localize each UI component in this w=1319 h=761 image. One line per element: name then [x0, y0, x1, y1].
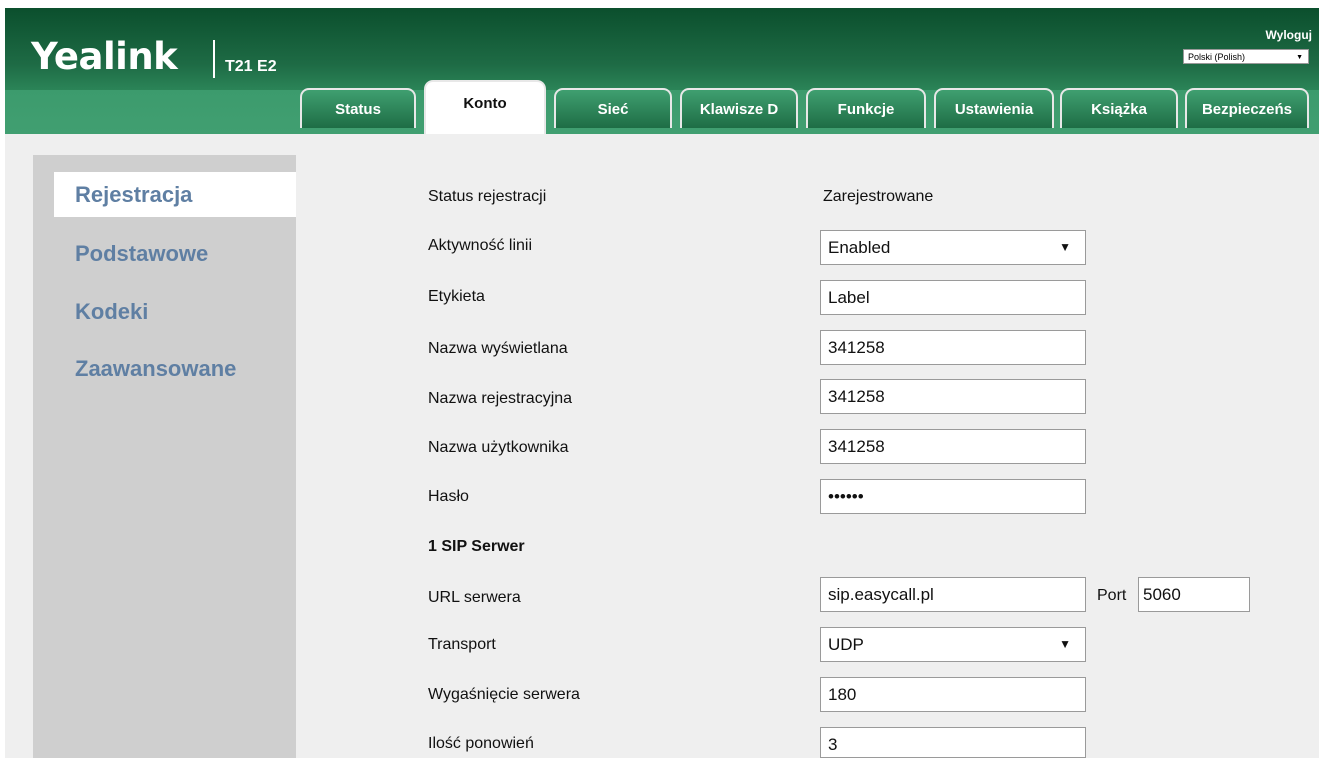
sidebar-item-podstawowe[interactable]: Podstawowe [54, 231, 296, 276]
password-label: Hasło [428, 488, 469, 505]
transport-label: Transport [428, 636, 496, 653]
tab-klawisze-d[interactable]: Klawisze D [680, 88, 798, 128]
language-select[interactable]: Polski (Polish) ▼ [1183, 49, 1309, 64]
tab-siec[interactable]: Sieć [554, 88, 672, 128]
display-name-input[interactable]: 341258 [820, 330, 1086, 365]
label-input[interactable]: Label [820, 280, 1086, 315]
password-input[interactable]: •••••• [820, 479, 1086, 514]
line-active-label: Aktywność linii [428, 237, 533, 254]
port-input[interactable]: 5060 [1138, 577, 1250, 612]
label-label: Etykieta [428, 288, 485, 305]
yealink-logo: Yealink [31, 35, 178, 78]
logo-divider [213, 40, 215, 78]
sidebar-item-zaawansowane[interactable]: Zaawansowane [54, 346, 296, 391]
tab-ksiazka[interactable]: Książka [1060, 88, 1178, 128]
retry-input[interactable]: 3 [820, 727, 1086, 758]
port-label: Port [1097, 587, 1127, 604]
display-name-label: Nazwa wyświetlana [428, 340, 568, 357]
model-name: T21 E2 [225, 58, 277, 75]
transport-select[interactable]: UDP ▼ [820, 627, 1086, 662]
register-name-input[interactable]: 341258 [820, 379, 1086, 414]
expiry-label: Wygaśnięcie serwera [428, 686, 580, 703]
server-url-input[interactable]: sip.easycall.pl [820, 577, 1086, 612]
line-active-value: Enabled [828, 238, 891, 257]
status-label: Status rejestracji [428, 188, 547, 205]
sip-server-heading: 1 SIP Serwer [428, 538, 525, 555]
chevron-down-icon: ▼ [1059, 637, 1071, 651]
user-name-input[interactable]: 341258 [820, 429, 1086, 464]
tab-status[interactable]: Status [300, 88, 416, 128]
chevron-down-icon: ▼ [1059, 240, 1071, 254]
user-name-label: Nazwa użytkownika [428, 439, 569, 456]
language-select-value: Polski (Polish) [1188, 52, 1246, 62]
tab-bezpieczenstwo[interactable]: Bezpieczeńs [1185, 88, 1309, 128]
expiry-input[interactable]: 180 [820, 677, 1086, 712]
register-name-label: Nazwa rejestracyjna [428, 390, 573, 407]
sidebar-item-kodeki[interactable]: Kodeki [54, 289, 296, 334]
transport-value: UDP [828, 635, 864, 654]
logout-link[interactable]: Wyloguj [1266, 28, 1312, 42]
line-active-select[interactable]: Enabled ▼ [820, 230, 1086, 265]
chevron-down-icon: ▼ [1296, 54, 1303, 61]
sidebar-item-rejestracja[interactable]: Rejestracja [54, 172, 296, 217]
tab-ustawienia[interactable]: Ustawienia [934, 88, 1054, 128]
retry-label: Ilość ponowień [428, 735, 534, 752]
tab-funkcje[interactable]: Funkcje [806, 88, 926, 128]
status-value: Zarejestrowane [823, 188, 934, 205]
server-url-label: URL serwera [428, 589, 521, 606]
tab-konto[interactable]: Konto [424, 80, 546, 134]
